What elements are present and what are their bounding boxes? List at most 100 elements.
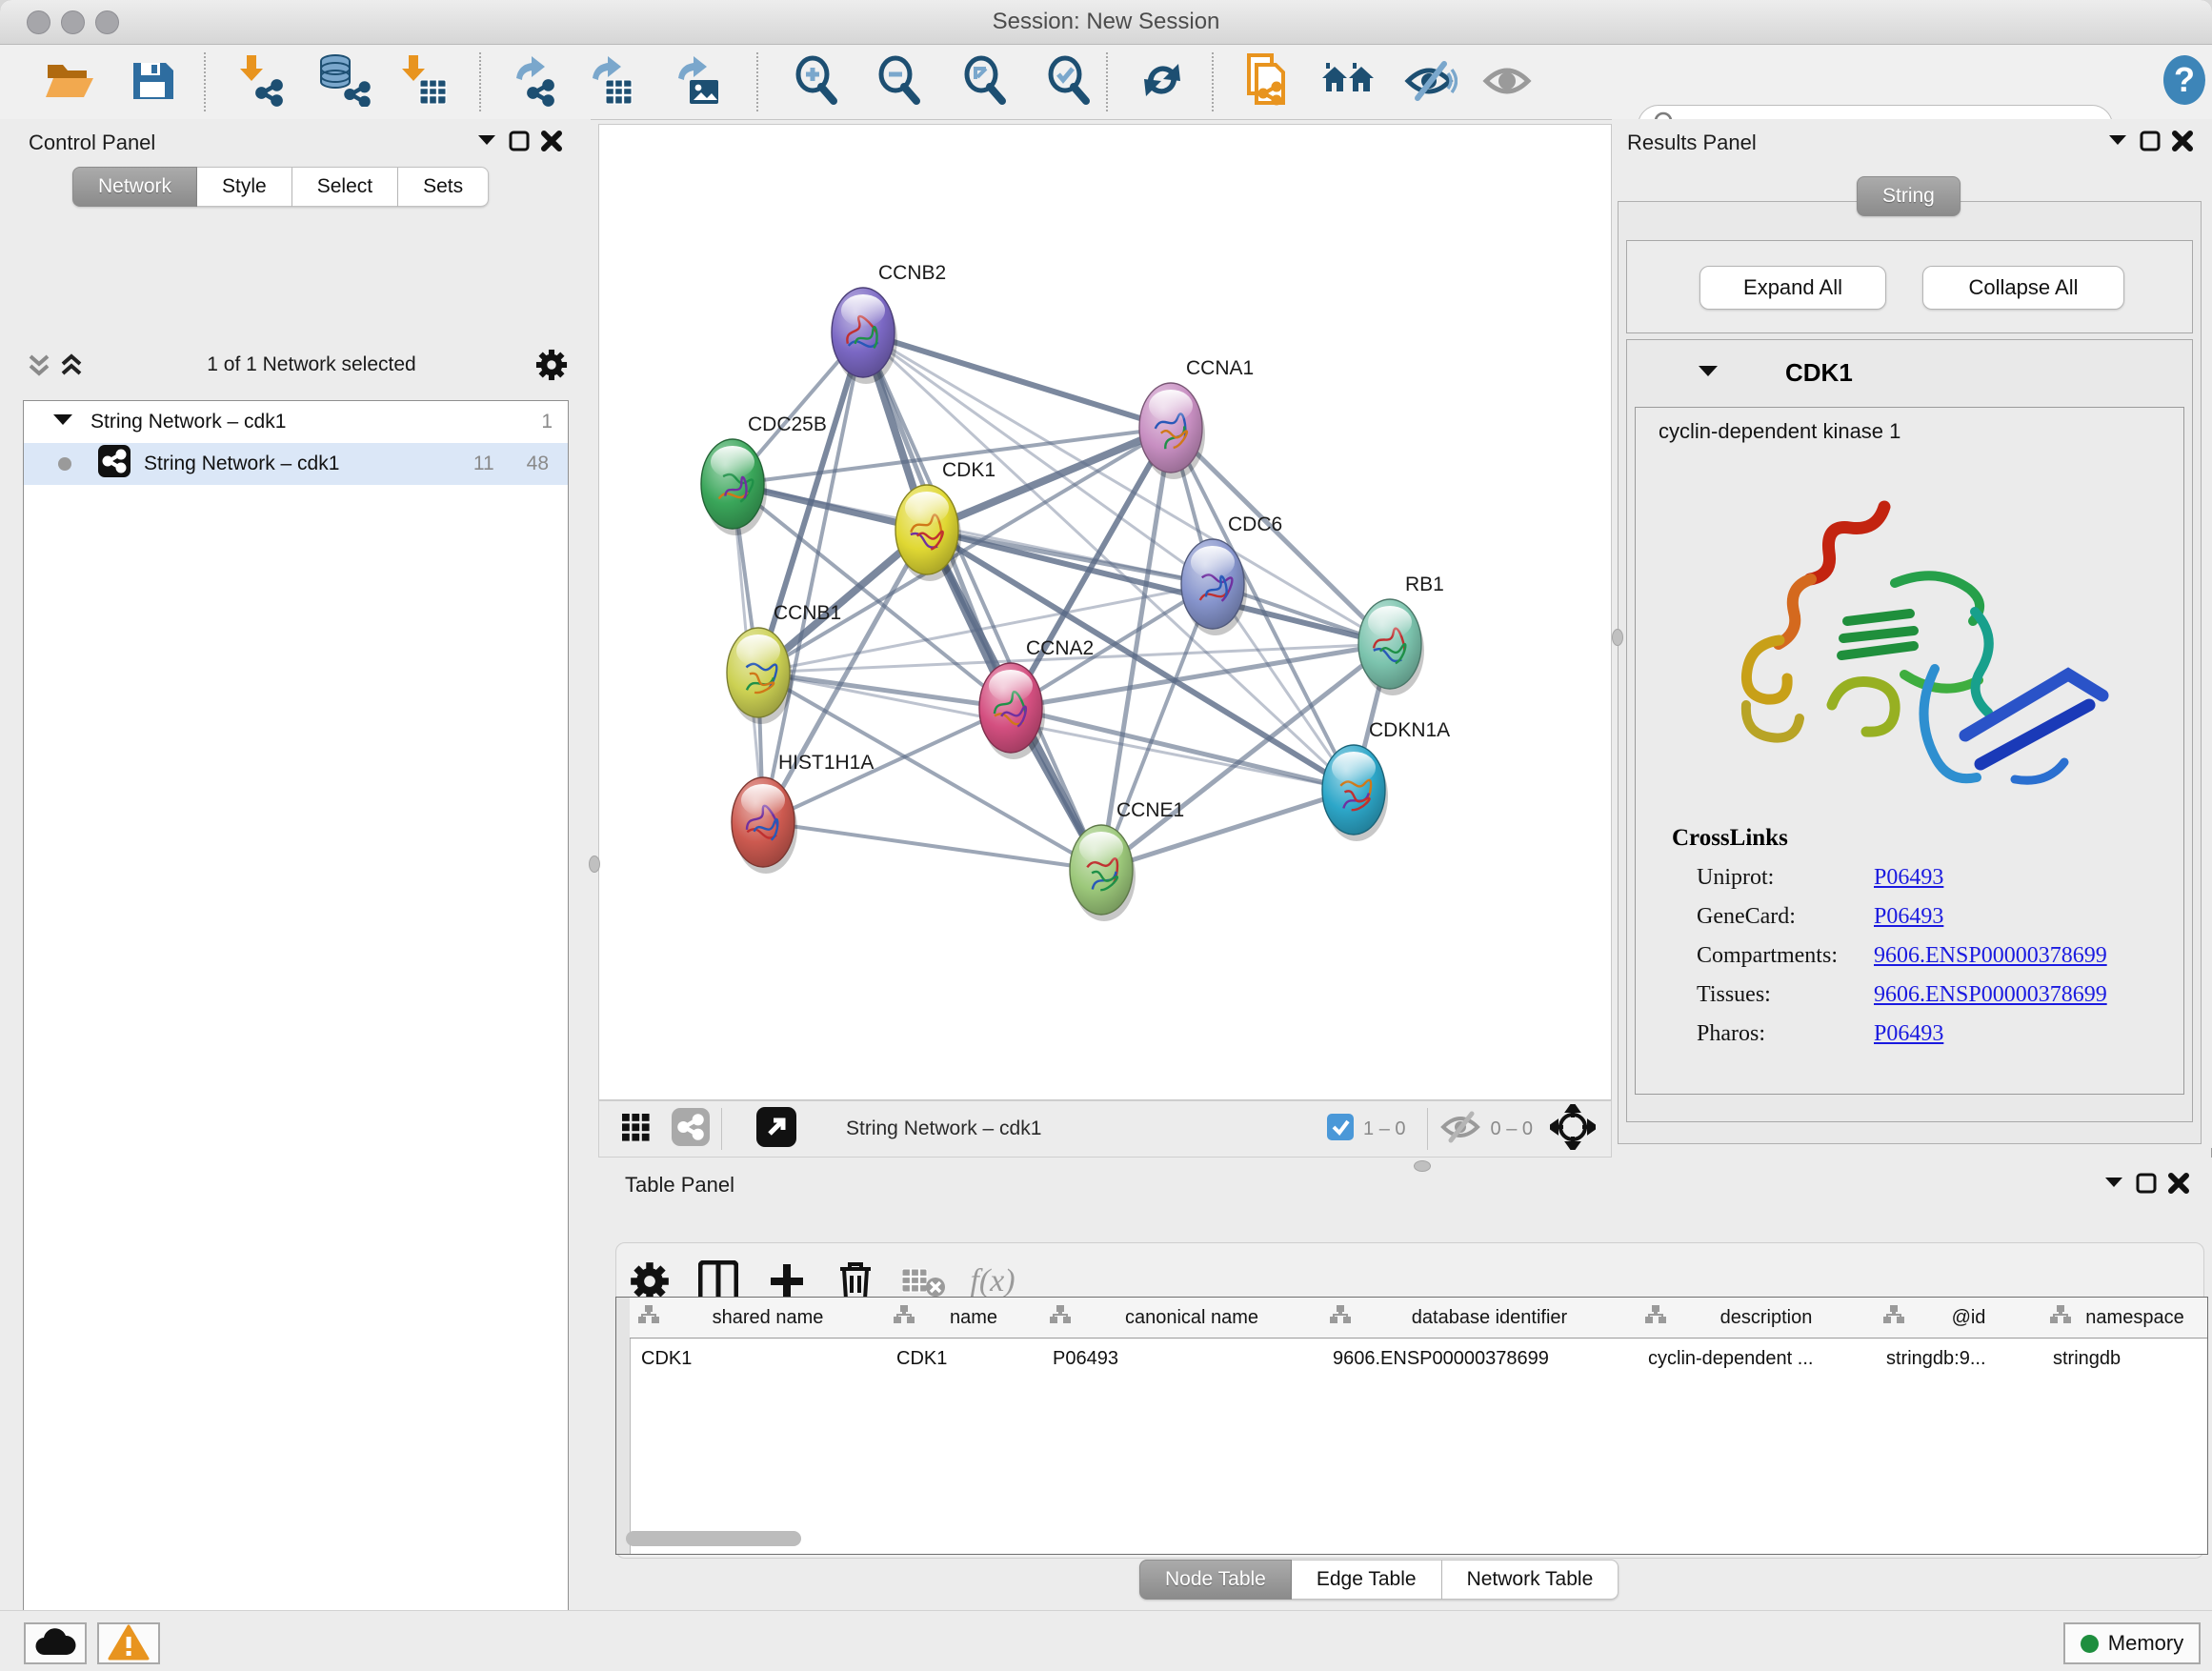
crosslink-row: Compartments:9606.ENSP00000378699 xyxy=(1697,943,2183,969)
table-cell[interactable]: stringdb xyxy=(2041,1339,2207,1379)
control-panel-float-button[interactable] xyxy=(503,127,535,155)
help-button[interactable]: ? xyxy=(2157,54,2212,110)
tab-network-table[interactable]: Network Table xyxy=(1442,1560,1619,1600)
control-panel-collapse-button[interactable] xyxy=(471,127,503,155)
node-table[interactable]: shared nameCDK1nameCDK1canonical nameP06… xyxy=(615,1297,2208,1555)
main-toolbar: ? xyxy=(0,45,2212,120)
table-cell[interactable]: CDK1 xyxy=(885,1339,1041,1379)
table-panel-float-button[interactable] xyxy=(2130,1169,2162,1198)
results-panel-float-button[interactable] xyxy=(2134,127,2166,155)
title-bar[interactable]: Session: New Session xyxy=(0,0,2212,45)
network-overview-share-icon[interactable] xyxy=(672,1108,710,1151)
collapse-all-networks-icon[interactable] xyxy=(23,351,55,379)
table-cell[interactable]: cyclin-dependent ... xyxy=(1637,1339,1875,1379)
column-header-canonical-name[interactable]: canonical name xyxy=(1041,1298,1322,1339)
crosslink-link[interactable]: P06493 xyxy=(1874,904,1943,930)
collection-expander-icon[interactable] xyxy=(50,410,75,434)
import-network-button[interactable] xyxy=(232,54,288,110)
network-options-gear-icon[interactable] xyxy=(535,351,568,379)
right-splitter-handle[interactable] xyxy=(1612,629,1623,646)
tab-network[interactable]: Network xyxy=(72,167,197,207)
import-table-button[interactable] xyxy=(394,54,450,110)
column-header-shared-name[interactable]: shared name xyxy=(630,1298,886,1339)
left-splitter-handle[interactable] xyxy=(589,856,600,873)
network-edge[interactable] xyxy=(863,332,1171,428)
tab-node-table[interactable]: Node Table xyxy=(1139,1560,1292,1600)
table-cell[interactable]: stringdb:9... xyxy=(1875,1339,2041,1379)
horizontal-scrollbar-thumb[interactable] xyxy=(626,1531,801,1546)
crosslink-link[interactable]: 9606.ENSP00000378699 xyxy=(1874,943,2107,969)
network-node-CCNE1[interactable]: CCNE1 xyxy=(1070,799,1184,921)
collapse-all-button[interactable]: Collapse All xyxy=(1922,266,2124,310)
hide-selected-button[interactable] xyxy=(1402,54,1458,110)
node-label: CCNE1 xyxy=(1116,799,1184,821)
birdseye-grid-icon[interactable] xyxy=(620,1112,651,1147)
tab-string[interactable]: String xyxy=(1857,176,1961,216)
column-header--id[interactable]: @id xyxy=(1875,1298,2042,1339)
network-collection-row[interactable]: String Network – cdk1 1 xyxy=(24,401,568,443)
import-network-database-button[interactable] xyxy=(316,54,372,110)
network-node-CDKN1A[interactable]: CDKN1A xyxy=(1322,719,1450,841)
tab-edge-table[interactable]: Edge Table xyxy=(1292,1560,1442,1600)
column-header-description[interactable]: description xyxy=(1637,1298,1876,1339)
control-panel-close-button[interactable] xyxy=(535,127,568,155)
network-row-selected[interactable]: String Network – cdk1 11 48 xyxy=(24,443,568,485)
memory-button[interactable]: Memory xyxy=(2063,1622,2201,1664)
network-node-HIST1H1A[interactable]: HIST1H1A xyxy=(732,752,874,874)
network-node-CCNB2[interactable]: CCNB2 xyxy=(832,262,946,384)
refresh-button[interactable] xyxy=(1135,54,1190,110)
results-panel-collapse-button[interactable] xyxy=(2101,127,2134,155)
results-panel-close-button[interactable] xyxy=(2166,127,2199,155)
open-session-button[interactable] xyxy=(41,54,96,110)
tab-select[interactable]: Select xyxy=(292,167,398,207)
node-label: CDC6 xyxy=(1228,513,1282,535)
pan-crosshair-icon[interactable] xyxy=(1550,1104,1596,1155)
network-node-CCNA1[interactable]: CCNA1 xyxy=(1139,357,1254,479)
crosslink-link[interactable]: P06493 xyxy=(1874,1021,1943,1047)
tab-style[interactable]: Style xyxy=(197,167,292,207)
detach-view-icon[interactable] xyxy=(756,1107,796,1152)
crosslink-link[interactable]: P06493 xyxy=(1874,865,1943,891)
show-all-button[interactable] xyxy=(1480,54,1536,110)
zoom-in-button[interactable] xyxy=(789,54,844,110)
warnings-button[interactable] xyxy=(97,1622,160,1664)
crosslink-link[interactable]: 9606.ENSP00000378699 xyxy=(1874,982,2107,1008)
network-canvas[interactable]: CCNB2CCNA1CDC25BCDK1CDC6RB1CCNB1CCNA2CDK… xyxy=(598,124,1612,1100)
export-image-button[interactable] xyxy=(670,54,725,110)
column-header-database-identifier[interactable]: database identifier xyxy=(1321,1298,1638,1339)
network-type-icon xyxy=(98,445,131,483)
network-edge[interactable] xyxy=(763,822,1101,870)
network-edge[interactable] xyxy=(863,332,1390,644)
column-header-namespace[interactable]: namespace xyxy=(2041,1298,2208,1339)
table-settings-gear-icon[interactable] xyxy=(615,1261,684,1301)
cloud-button[interactable] xyxy=(24,1622,87,1664)
zoom-fit-button[interactable] xyxy=(957,54,1013,110)
string-results-box: Expand All Collapse All CDK1 cyclin-depe… xyxy=(1618,201,2202,1144)
selected-checkbox-icon[interactable] xyxy=(1327,1114,1354,1145)
zoom-out-button[interactable] xyxy=(872,54,927,110)
table-cell[interactable]: CDK1 xyxy=(630,1339,885,1379)
export-network-button[interactable] xyxy=(508,54,563,110)
network-node-RB1[interactable]: RB1 xyxy=(1358,574,1444,695)
table-panel-close-button[interactable] xyxy=(2162,1169,2195,1198)
protein-header[interactable]: CDK1 xyxy=(1627,340,2192,405)
zoom-selected-button[interactable] xyxy=(1041,54,1096,110)
table-panel-collapse-button[interactable] xyxy=(2098,1169,2130,1198)
protein-result-box: CDK1 cyclin-dependent kinase 1 xyxy=(1626,339,2193,1122)
table-cell[interactable]: 9606.ENSP00000378699 xyxy=(1321,1339,1637,1379)
expand-all-networks-icon[interactable] xyxy=(55,351,88,379)
bottom-splitter-handle[interactable] xyxy=(1414,1160,1431,1172)
import-network-icon xyxy=(233,53,287,111)
expand-all-button[interactable]: Expand All xyxy=(1699,266,1886,310)
export-table-button[interactable] xyxy=(584,54,639,110)
table-cell[interactable]: P06493 xyxy=(1041,1339,1321,1379)
network-edge[interactable] xyxy=(863,332,1101,870)
protein-description: cyclin-dependent kinase 1 xyxy=(1659,419,1900,444)
first-neighbors-button[interactable] xyxy=(1321,54,1377,110)
clone-network-button[interactable] xyxy=(1240,54,1296,110)
tab-sets[interactable]: Sets xyxy=(398,167,489,207)
protein-expander-icon[interactable] xyxy=(1696,361,1720,385)
export-image-icon xyxy=(671,53,724,111)
save-session-button[interactable] xyxy=(125,54,180,110)
column-header-name[interactable]: name xyxy=(885,1298,1042,1339)
